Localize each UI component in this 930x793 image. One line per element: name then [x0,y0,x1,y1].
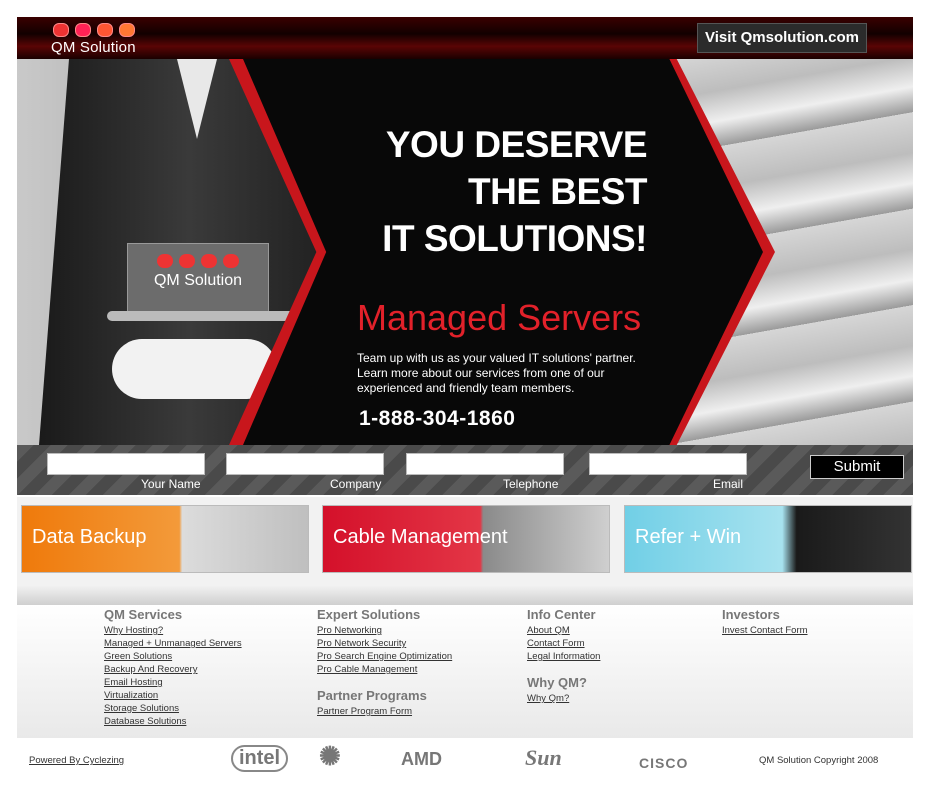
submit-button[interactable]: Submit [810,455,904,479]
refer-win-banner[interactable]: Refer + Win [624,505,912,573]
logo-mark-icon [51,23,136,37]
amd-logo: AMD [401,749,442,769]
investors-column: Investors Invest Contact Form [722,607,808,637]
company-input[interactable] [226,453,384,475]
column-title: Partner Programs [317,688,427,703]
column-title: Why QM? [527,675,587,690]
expert-solutions-column: Expert Solutions Pro Networking Pro Netw… [317,607,452,718]
company-label: Company [330,477,382,491]
footer-link[interactable]: Pro Search Engine Optimization [317,650,452,663]
name-label: Your Name [141,477,201,491]
column-title: QM Services [104,607,183,622]
cisco-logo: CISCO [639,755,689,771]
telephone-label: Telephone [503,477,559,491]
footer-links: QM Services Why Hosting? Managed + Unman… [17,605,913,738]
copyright-text: QM Solution Copyright 2008 [759,755,879,766]
logo-text: QM Solution [51,39,136,56]
tray-logo: QM Solution [127,243,269,315]
column-title: Info Center [527,607,596,622]
column-title: Expert Solutions [317,607,421,622]
banner-label: Data Backup [32,526,147,548]
qm-services-column: QM Services Why Hosting? Managed + Unman… [104,607,242,728]
footer-link[interactable]: Pro Network Security [317,637,452,650]
banner-label: Refer + Win [635,526,742,548]
promo-banners: Data Backup Cable Management Refer + Win [17,497,913,605]
hero-description: Team up with us as your valued IT soluti… [357,351,636,395]
hero-banner: QM Solution YOU DESERVE THE BEST IT SOLU… [17,59,913,445]
hero-headline: YOU DESERVE THE BEST IT SOLUTIONS! [382,124,647,259]
footer-link[interactable]: Database Solutions [104,715,242,728]
bottom-bar: Powered By Cyclezing intel ✺ AMD Sun CIS… [17,741,913,785]
footer-link[interactable]: Storage Solutions [104,702,242,715]
footer-link[interactable]: Green Solutions [104,650,242,663]
info-center-column: Info Center About QM Contact Form Legal … [527,607,600,705]
footer-link[interactable]: Pro Cable Management [317,663,452,676]
sun-logo: Sun [525,745,562,770]
intel-logo: intel [231,745,289,772]
hero-phone: 1-888-304-1860 [359,407,516,430]
data-backup-banner[interactable]: Data Backup [21,505,309,573]
footer-link[interactable]: Partner Program Form [317,705,452,718]
qm-logo[interactable]: QM Solution [51,23,136,56]
name-input[interactable] [47,453,205,475]
footer-link[interactable]: Pro Networking [317,624,452,637]
telephone-input[interactable] [406,453,564,475]
footer-link[interactable]: Virtualization [104,689,242,702]
footer-link[interactable]: Managed + Unmanaged Servers [104,637,242,650]
footer-link[interactable]: Why Qm? [527,692,600,705]
banner-label: Cable Management [333,526,508,548]
visit-site-button[interactable]: Visit Qmsolution.com [697,23,867,53]
email-input[interactable] [589,453,747,475]
footer-link[interactable]: Why Hosting? [104,624,242,637]
footer-link[interactable]: Email Hosting [104,676,242,689]
footer-link[interactable]: Invest Contact Form [722,624,808,637]
column-title: Investors [722,607,780,622]
powered-by-link[interactable]: Powered By Cyclezing [29,755,124,766]
email-label: Email [713,477,744,491]
hero-subhead: Managed Servers [357,297,642,338]
footer-link[interactable]: Backup And Recovery [104,663,242,676]
footer-link[interactable]: Legal Information [527,650,600,663]
top-bar: QM Solution Visit Qmsolution.com [17,17,913,59]
footer-link[interactable]: Contact Form [527,637,600,650]
flower-logo-icon: ✺ [319,741,341,771]
cable-management-banner[interactable]: Cable Management [322,505,610,573]
footer-link[interactable]: About QM [527,624,600,637]
contact-form-bar: Your Name Company Telephone Email Submit [17,445,913,495]
